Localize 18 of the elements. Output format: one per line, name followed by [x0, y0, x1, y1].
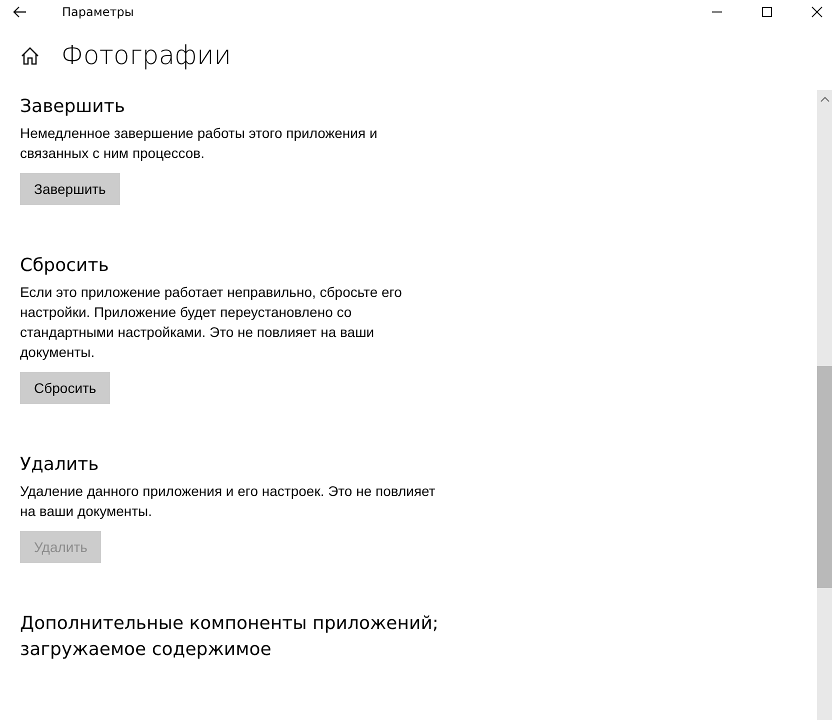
page-title: Фотографии — [61, 41, 232, 71]
section-description: Если это приложение работает неправильно, сбросьте его настройки. Приложение будет переустановлено со стандартными настройками. Это не повлияет на ваши документы. — [20, 283, 402, 362]
section-heading: Сбросить — [20, 254, 109, 278]
close-icon[interactable] — [811, 6, 823, 18]
back-arrow-icon[interactable] — [13, 6, 27, 18]
section-heading: Дополнительные компоненты приложений; загружаемое содержимое — [20, 612, 438, 662]
window-title: Параметры — [62, 5, 134, 19]
section-heading: Удалить — [20, 453, 99, 477]
action-button[interactable]: Завершить — [20, 173, 120, 205]
section-description: Немедленное завершение работы этого приложения и связанных с ним процессов. — [20, 124, 378, 163]
scrollbar[interactable] — [817, 90, 832, 720]
home-icon[interactable] — [20, 46, 40, 66]
section-heading: Завершить — [20, 95, 125, 119]
maximize-icon[interactable] — [761, 6, 773, 18]
action-button[interactable]: Сбросить — [20, 372, 110, 404]
scrollbar-thumb[interactable] — [817, 366, 832, 588]
scroll-up-icon[interactable] — [820, 96, 830, 102]
section-description: Удаление данного приложения и его настроек. Это не повлияет на ваши документы. — [20, 482, 436, 521]
